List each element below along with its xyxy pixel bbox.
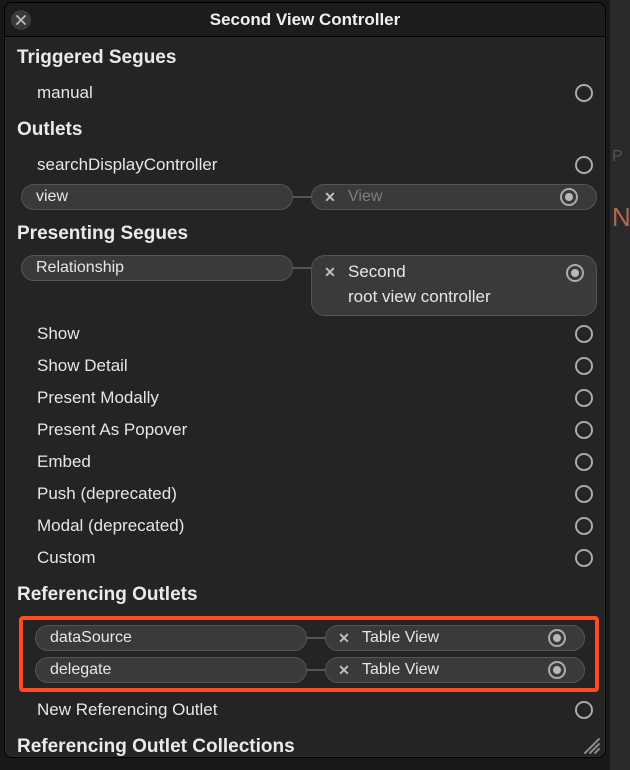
connections-inspector-panel: Second View Controller Triggered Segues …: [4, 2, 606, 758]
segue-row-present-modally[interactable]: Present Modally: [5, 382, 605, 414]
close-button[interactable]: [11, 10, 31, 30]
outlet-source-label: Relationship: [36, 259, 124, 277]
section-header-presenting-segues: Presenting Segues: [5, 213, 605, 253]
connection-line-icon: [293, 267, 311, 269]
segue-row-embed[interactable]: Embed: [5, 446, 605, 478]
outlet-source-pill[interactable]: dataSource: [35, 625, 307, 651]
ghost-text: N: [612, 202, 630, 233]
outlet-label: New Referencing Outlet: [37, 700, 217, 720]
outlet-target-label: View: [348, 188, 382, 206]
outlet-target-pill[interactable]: ✕ Table View: [325, 657, 585, 683]
outlet-source-pill[interactable]: delegate: [35, 657, 307, 683]
segue-row-custom[interactable]: Custom: [5, 542, 605, 574]
connection-line-icon: [307, 669, 325, 671]
outlet-row-delegate[interactable]: delegate ✕ Table View: [25, 654, 593, 686]
segue-row-present-as-popover[interactable]: Present As Popover: [5, 414, 605, 446]
segue-row-modal[interactable]: Modal (deprecated): [5, 510, 605, 542]
panel-content: Triggered Segues manual Outlets searchDi…: [5, 37, 605, 758]
outlet-source-label: dataSource: [50, 629, 132, 647]
segue-label: Modal (deprecated): [37, 516, 184, 536]
section-header-referencing-outlet-collections: Referencing Outlet Collections: [5, 726, 605, 758]
connection-well-icon[interactable]: [575, 453, 593, 471]
segue-row-show[interactable]: Show: [5, 318, 605, 350]
connection-well-icon[interactable]: [575, 485, 593, 503]
outlet-label: searchDisplayController: [37, 155, 217, 175]
outlet-target-label: Table View: [362, 629, 439, 647]
segue-label: Present As Popover: [37, 420, 187, 440]
highlight-box: dataSource ✕ Table View delegate ✕ Table…: [19, 616, 599, 692]
outlet-source-pill[interactable]: Relationship: [21, 255, 293, 281]
segue-label: Custom: [37, 548, 96, 568]
connection-well-icon[interactable]: [575, 156, 593, 174]
segue-label: Show Detail: [37, 356, 128, 376]
connection-well-icon[interactable]: [575, 517, 593, 535]
connection-well-icon[interactable]: [548, 661, 566, 679]
outlet-target-sublabel: root view controller: [348, 287, 491, 306]
connection-well-icon[interactable]: [575, 549, 593, 567]
panel-title: Second View Controller: [5, 10, 605, 30]
outlet-source-label: view: [36, 188, 68, 206]
disconnect-button[interactable]: ✕: [322, 189, 338, 205]
section-header-referencing-outlets: Referencing Outlets: [5, 574, 605, 614]
outlet-label: manual: [37, 83, 93, 103]
disconnect-button[interactable]: ✕: [322, 264, 338, 280]
connection-well-icon[interactable]: [575, 84, 593, 102]
segue-row-push[interactable]: Push (deprecated): [5, 478, 605, 510]
connection-line-icon: [293, 196, 311, 198]
outlet-target-label: Second: [348, 260, 406, 285]
connection-well-icon[interactable]: [575, 421, 593, 439]
segue-row-show-detail[interactable]: Show Detail: [5, 350, 605, 382]
background-peek: P N: [610, 0, 630, 770]
segue-label: Embed: [37, 452, 91, 472]
resize-grip-icon[interactable]: [579, 733, 601, 755]
outlet-row-relationship[interactable]: Relationship ✕ Second root view controll…: [5, 253, 605, 318]
outlet-target-pill[interactable]: ✕ Second root view controller: [311, 255, 597, 316]
outlet-target-label: Table View: [362, 661, 439, 679]
connection-line-icon: [307, 637, 325, 639]
outlet-target-pill[interactable]: ✕ Table View: [325, 625, 585, 651]
connection-well-icon[interactable]: [575, 357, 593, 375]
disconnect-button[interactable]: ✕: [336, 630, 352, 646]
segue-label: Present Modally: [37, 388, 159, 408]
close-icon: [16, 15, 26, 25]
connection-well-icon[interactable]: [575, 325, 593, 343]
section-header-triggered-segues: Triggered Segues: [5, 37, 605, 77]
outlet-target-pill[interactable]: ✕ View: [311, 184, 597, 210]
connection-well-icon[interactable]: [566, 264, 584, 282]
disconnect-button[interactable]: ✕: [336, 662, 352, 678]
connection-well-icon[interactable]: [560, 188, 578, 206]
titlebar: Second View Controller: [5, 3, 605, 37]
connection-well-icon[interactable]: [575, 389, 593, 407]
outlet-row-datasource[interactable]: dataSource ✕ Table View: [25, 622, 593, 654]
outlet-source-label: delegate: [50, 661, 111, 679]
connection-well-icon[interactable]: [575, 701, 593, 719]
section-header-outlets: Outlets: [5, 109, 605, 149]
outlet-row-manual[interactable]: manual: [5, 77, 605, 109]
segue-label: Show: [37, 324, 80, 344]
ghost-text: P: [612, 148, 623, 166]
segue-label: Push (deprecated): [37, 484, 177, 504]
connection-well-icon[interactable]: [548, 629, 566, 647]
outlet-source-pill[interactable]: view: [21, 184, 293, 210]
outlet-row-new-referencing[interactable]: New Referencing Outlet: [5, 694, 605, 726]
outlet-row-search[interactable]: searchDisplayController: [5, 149, 605, 181]
outlet-row-view[interactable]: view ✕ View: [5, 181, 605, 213]
